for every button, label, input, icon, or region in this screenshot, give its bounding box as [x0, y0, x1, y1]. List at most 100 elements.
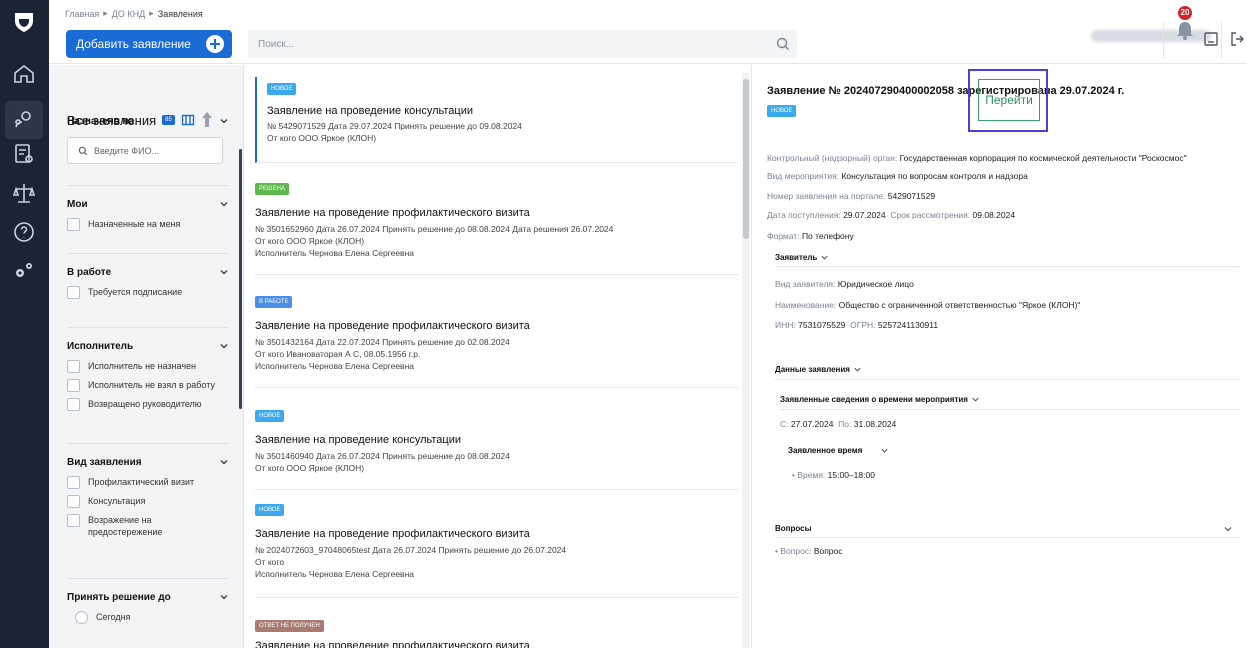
event-time-title: Заявленные сведения о времени мероприяти…	[780, 395, 968, 404]
list-item-executor: Исполнитель Чернова Елена Сергеевна	[255, 361, 414, 371]
checkbox[interactable]	[67, 360, 80, 373]
term-label: Срок рассмотрения:	[890, 210, 971, 220]
logout-icon[interactable]	[1229, 30, 1247, 48]
organ-label: Контрольный (надзорный) орган:	[767, 153, 898, 163]
portal-row: Номер заявления на портале: 5429071529	[767, 191, 935, 201]
filter-in-work-header[interactable]: В работе	[67, 264, 229, 280]
applicant-name-label: Наименование:	[775, 300, 837, 310]
checkbox-signing-required[interactable]: Требуется подписание	[67, 286, 229, 299]
help-icon[interactable]	[12, 220, 36, 244]
chevron-down-icon[interactable]	[219, 592, 229, 602]
term-value: 09.08.2024	[972, 210, 1016, 220]
checkbox-executor-not-assigned[interactable]: Исполнитель не назначен	[67, 360, 229, 373]
checkbox[interactable]	[67, 398, 80, 411]
home-icon[interactable]	[12, 62, 36, 86]
checkbox[interactable]	[67, 218, 80, 231]
radio[interactable]	[75, 611, 88, 624]
search-icon[interactable]	[775, 36, 791, 52]
checkbox-consultation[interactable]: Консультация	[67, 495, 229, 508]
applicant-toggle[interactable]: Заявитель	[775, 253, 829, 262]
filter-kind-header[interactable]: Вид заявления	[67, 454, 229, 470]
add-application-label: Добавить заявление	[76, 37, 191, 51]
fio-search-field[interactable]: Введите ФИО...	[67, 137, 223, 164]
checkbox[interactable]	[67, 495, 80, 508]
radio-label: Сегодня	[96, 612, 131, 622]
list-item-from: От кого ООО Яркое (КЛОН)	[255, 236, 365, 246]
checkbox[interactable]	[67, 379, 80, 392]
filter-assigned-header[interactable]: Назначено на	[67, 113, 229, 129]
add-application-button[interactable]: Добавить заявление	[66, 30, 232, 58]
checkbox-objection[interactable]: Возражение на предостережение	[67, 514, 229, 538]
logo-icon[interactable]	[12, 10, 36, 34]
scales-icon[interactable]	[12, 181, 36, 205]
search-input[interactable]: Поиск...	[248, 30, 797, 58]
declared-time-toggle[interactable]: Заявленное время	[788, 446, 889, 455]
list-item-title: Заявление на проведение профилактическог…	[255, 640, 530, 648]
chevron-down-icon[interactable]	[219, 116, 229, 126]
checkbox-preventive-visit[interactable]: Профилактический визит	[67, 476, 229, 489]
radio-today[interactable]: Сегодня	[75, 611, 229, 624]
list-item[interactable]: НОВОЕ Заявление на проведение профилакти…	[255, 498, 738, 598]
profile-icon[interactable]	[1202, 30, 1220, 48]
divider	[775, 537, 1241, 538]
divider	[780, 409, 1241, 410]
list-scrollbar-thumb[interactable]	[743, 79, 749, 239]
list-item[interactable]: РЕШЕНА Заявление на проведение профилакт…	[255, 177, 738, 275]
checkbox[interactable]	[67, 286, 80, 299]
bullet-icon: •	[775, 546, 778, 556]
checkbox-assigned-to-me[interactable]: Назначенные на меня	[67, 218, 229, 231]
checkbox[interactable]	[67, 476, 80, 489]
bullet-icon: •	[792, 470, 795, 480]
format-row: Формат: По телефону	[767, 231, 854, 241]
list-item[interactable]: НОВОЕ Заявление на проведение консультац…	[255, 77, 738, 163]
list-item-title: Заявление на проведение консультации	[255, 434, 462, 446]
settings-icon[interactable]	[12, 259, 36, 283]
checkbox-executor-not-taken[interactable]: Исполнитель не взял в работу	[67, 379, 229, 392]
format-label: Формат:	[767, 231, 800, 241]
chevron-down-icon[interactable]	[219, 341, 229, 351]
breadcrumb-separator-icon: ▸	[103, 8, 108, 18]
filter-in-work: В работе Требуется подписание	[67, 253, 229, 299]
chevron-down-icon	[881, 448, 888, 453]
filter-decide-by-header[interactable]: Принять решение до	[67, 589, 229, 605]
chevron-down-icon[interactable]	[219, 267, 229, 277]
go-button[interactable]: Перейти	[978, 79, 1040, 121]
status-badge: НОВОЕ	[267, 83, 297, 95]
organ-value: Государственная корпорация по космическо…	[899, 153, 1187, 163]
status-badge: РЕШЕНА	[255, 183, 289, 195]
list-item[interactable]: В РАБОТЕ Заявление на проведение профила…	[255, 290, 738, 388]
breadcrumb-item[interactable]: Главная	[65, 9, 99, 19]
chevron-down-icon[interactable]	[219, 199, 229, 209]
checkbox-label: Консультация	[88, 496, 146, 506]
filter-mine-header[interactable]: Мои	[67, 196, 229, 212]
chevron-down-icon[interactable]	[219, 457, 229, 467]
details-panel: Заявление № 202407290400002058 зарегистр…	[751, 65, 1247, 648]
divider	[67, 185, 229, 186]
checkbox-returned-to-manager[interactable]: Возвращено руководителю	[67, 398, 229, 411]
divider	[1163, 22, 1164, 58]
application-data-toggle[interactable]: Данные заявления	[775, 365, 862, 374]
list-item-title: Заявление на проведение профилактическог…	[255, 320, 530, 332]
ogrn-value: 5257241130911	[877, 320, 939, 330]
list-item[interactable]: НОВОЕ Заявление на проведение консультац…	[255, 404, 738, 490]
notification-badge: 20	[1178, 6, 1192, 20]
applicant-type-label: Вид заявителя:	[775, 279, 836, 289]
chevron-down-icon[interactable]	[1223, 524, 1233, 534]
checkbox[interactable]	[67, 514, 80, 527]
filter-assigned-title: Назначено на	[67, 115, 135, 127]
fio-placeholder: Введите ФИО...	[94, 146, 160, 156]
filters-scrollbar[interactable]	[239, 149, 242, 409]
breadcrumb-separator-icon: ▸	[149, 8, 154, 18]
event-time-toggle[interactable]: Заявленные сведения о времени мероприяти…	[780, 395, 980, 404]
breadcrumb-item: Заявления	[157, 8, 203, 19]
list-item[interactable]: ОТВЕТ НЕ ПОЛУЧЕН Заявление на проведение…	[255, 614, 738, 648]
breadcrumb-item[interactable]: ДО КНД	[112, 9, 145, 19]
applications-icon[interactable]	[5, 101, 43, 139]
filter-executor-header[interactable]: Исполнитель	[67, 338, 229, 354]
document-search-icon[interactable]	[12, 142, 36, 166]
filter-executor-title: Исполнитель	[67, 340, 134, 352]
list-item-meta: № 2024072603_97048065test Дата 26.07.202…	[255, 545, 567, 555]
received-value: 29.07.2024	[843, 210, 886, 220]
filter-decide-by-title: Принять решение до	[67, 591, 171, 603]
divider	[67, 443, 229, 444]
